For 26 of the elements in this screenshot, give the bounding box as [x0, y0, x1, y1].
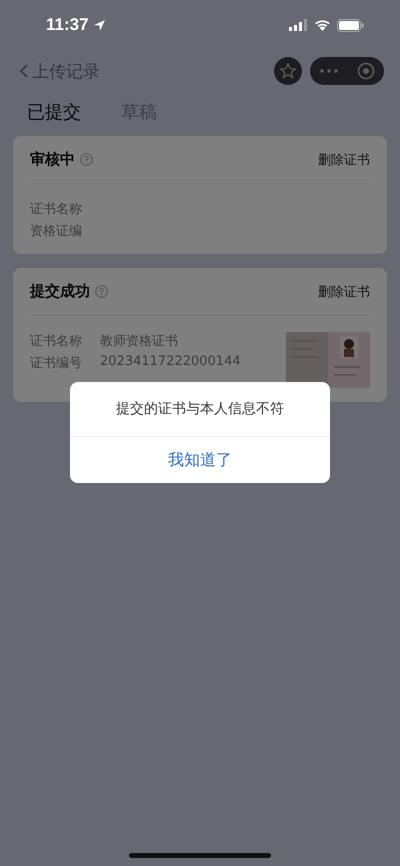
capsule-menu[interactable]	[310, 57, 384, 85]
battery-icon	[337, 18, 364, 32]
alert-message: 提交的证书与本人信息不符	[115, 400, 285, 419]
wifi-icon	[314, 19, 331, 31]
field-value: 20234117222000144	[100, 354, 241, 371]
favorite-button[interactable]	[274, 57, 302, 85]
star-icon	[279, 62, 297, 80]
tab[interactable]: 已提交	[27, 100, 81, 124]
field-value: 教师资格证书	[100, 333, 178, 350]
status-time: 11:37	[46, 15, 106, 35]
more-icon	[320, 69, 338, 73]
close-icon	[356, 62, 374, 80]
delete-link[interactable]: 删除证书	[318, 150, 370, 168]
field-label: 证书名称	[30, 333, 82, 350]
help-icon[interactable]	[80, 153, 93, 166]
delete-link[interactable]: 删除证书	[318, 282, 370, 300]
field-label: 证书编号	[30, 355, 82, 372]
location-icon	[92, 18, 106, 32]
help-icon[interactable]	[95, 285, 108, 298]
field-label: 资格证编	[30, 223, 82, 240]
field-label: 证书名称	[30, 201, 82, 218]
status-title: 提交成功	[30, 282, 90, 301]
back-icon	[18, 63, 30, 79]
status-title: 审核中	[30, 150, 75, 169]
confirm-button[interactable]: 我知道了	[70, 436, 330, 483]
signal-icon	[289, 19, 308, 31]
